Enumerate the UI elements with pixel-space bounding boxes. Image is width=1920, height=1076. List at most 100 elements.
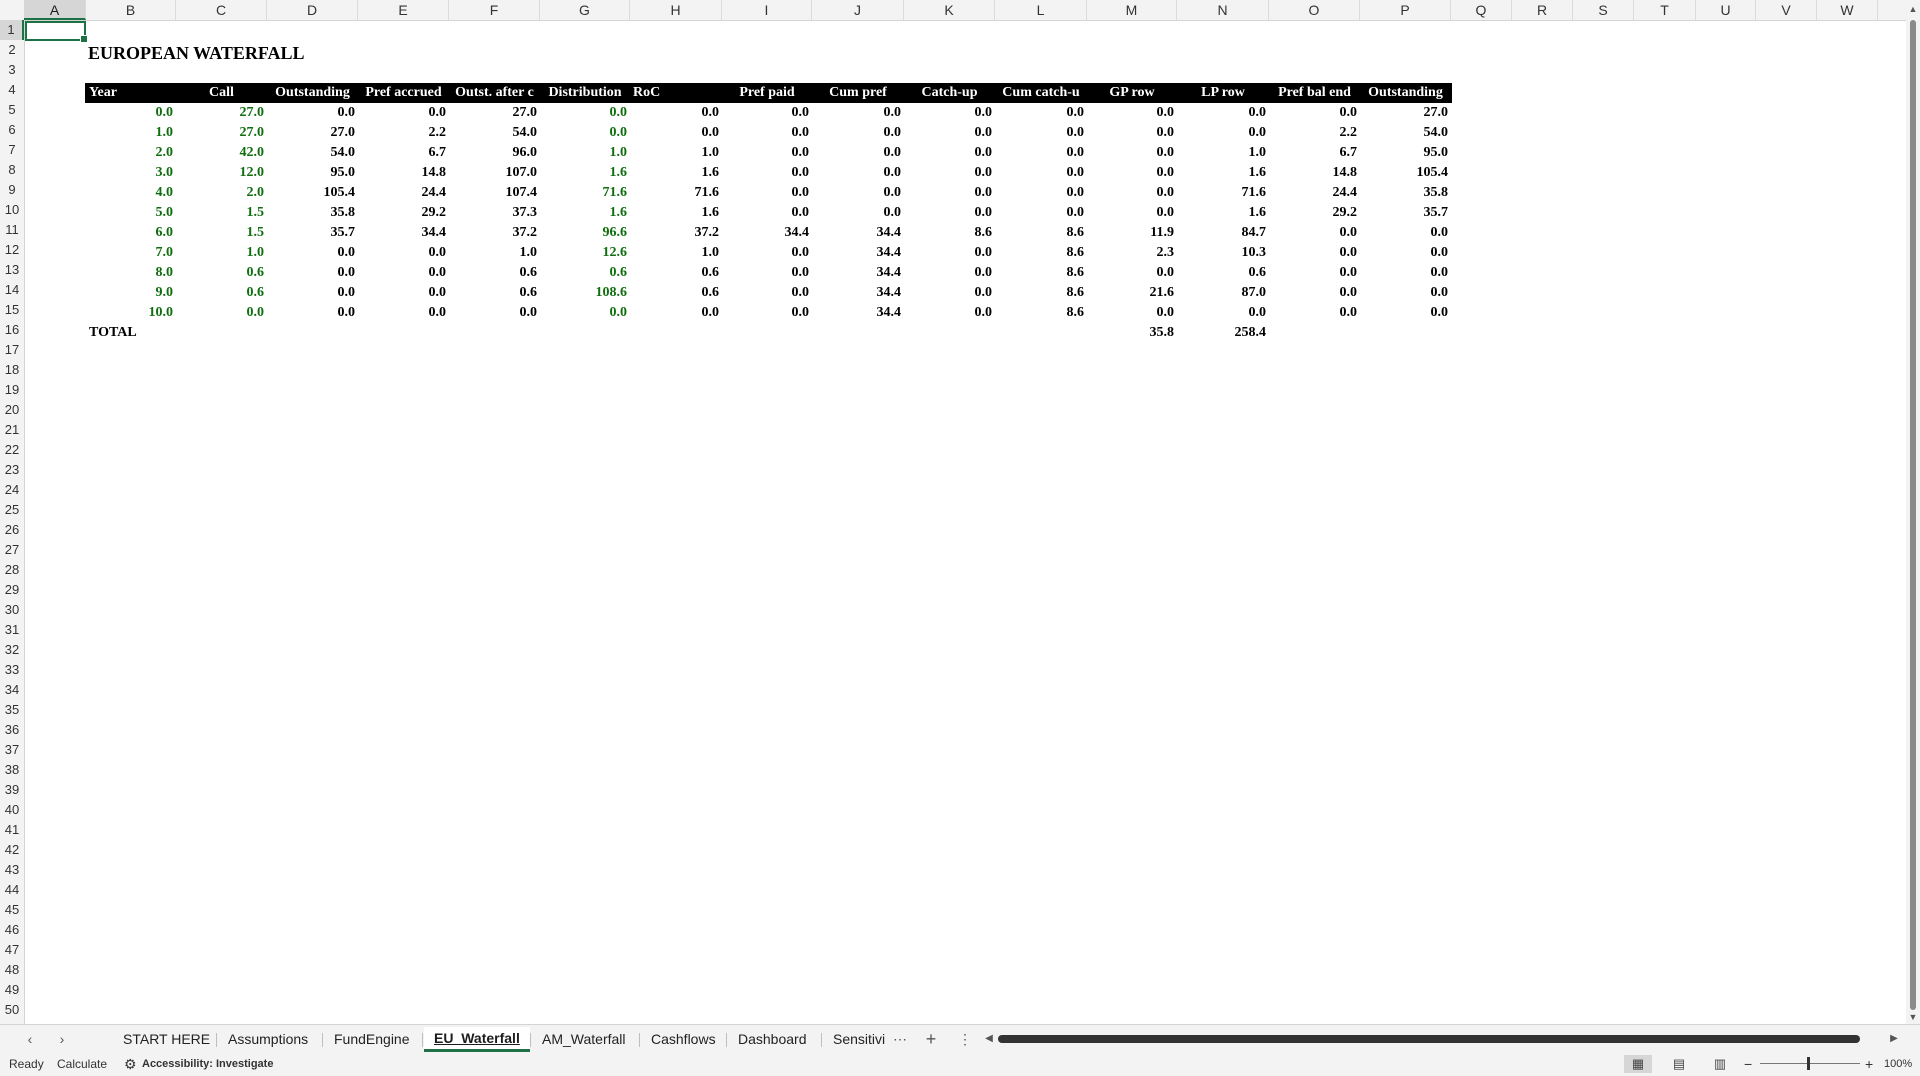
- table-cell[interactable]: 37.3: [449, 203, 540, 223]
- table-cell[interactable]: 0.0: [904, 163, 995, 183]
- table-cell[interactable]: 29.2: [1269, 203, 1360, 223]
- vertical-scrollbar[interactable]: ▲ ▼: [1906, 0, 1920, 1024]
- table-cell[interactable]: 27.0: [267, 123, 358, 143]
- table-cell[interactable]: 0.0: [86, 103, 176, 123]
- scroll-down-icon[interactable]: ▼: [1908, 1012, 1918, 1022]
- table-cell[interactable]: 10.3: [1177, 243, 1269, 263]
- page-layout-icon[interactable]: ▤: [1665, 1055, 1693, 1073]
- table-cell[interactable]: 0.6: [449, 263, 540, 283]
- table-cell[interactable]: 0.0: [722, 303, 812, 323]
- add-sheet-icon[interactable]: +: [921, 1029, 941, 1049]
- table-cell[interactable]: 8.6: [995, 223, 1087, 243]
- table-cell[interactable]: 105.4: [267, 183, 358, 203]
- table-cell[interactable]: 0.0: [995, 203, 1087, 223]
- table-cell[interactable]: 35.7: [267, 223, 358, 243]
- table-cell[interactable]: 0.0: [995, 103, 1087, 123]
- row-header-27[interactable]: 27: [0, 540, 24, 560]
- row-header-23[interactable]: 23: [0, 460, 24, 480]
- table-cell[interactable]: 0.0: [1269, 263, 1360, 283]
- row-header-3[interactable]: 3: [0, 60, 24, 80]
- table-cell[interactable]: 8.6: [995, 243, 1087, 263]
- table-cell[interactable]: 54.0: [267, 143, 358, 163]
- table-cell[interactable]: 0.0: [1269, 243, 1360, 263]
- table-cell[interactable]: 11.9: [1087, 223, 1177, 243]
- table-cell[interactable]: 10.0: [86, 303, 176, 323]
- row-header-46[interactable]: 46: [0, 920, 24, 940]
- table-cell[interactable]: 35.8: [1360, 183, 1451, 203]
- row-header-12[interactable]: 12: [0, 240, 24, 260]
- table-cell[interactable]: 42.0: [176, 143, 267, 163]
- table-cell[interactable]: 0.0: [267, 263, 358, 283]
- table-cell[interactable]: 0.0: [722, 203, 812, 223]
- table-cell[interactable]: 0.0: [358, 103, 449, 123]
- table-cell[interactable]: 0.0: [904, 103, 995, 123]
- table-cell[interactable]: 0.0: [630, 103, 722, 123]
- table-cell[interactable]: 34.4: [358, 223, 449, 243]
- table-cell[interactable]: 8.0: [86, 263, 176, 283]
- table-cell[interactable]: 95.0: [267, 163, 358, 183]
- table-cell[interactable]: 87.0: [1177, 283, 1269, 303]
- row-header-35[interactable]: 35: [0, 700, 24, 720]
- row-header-41[interactable]: 41: [0, 820, 24, 840]
- table-cell[interactable]: 107.0: [449, 163, 540, 183]
- row-header-8[interactable]: 8: [0, 160, 24, 180]
- row-header-21[interactable]: 21: [0, 420, 24, 440]
- table-cell[interactable]: 0.0: [995, 143, 1087, 163]
- table-cell[interactable]: 8.6: [995, 263, 1087, 283]
- table-cell[interactable]: 0.0: [722, 243, 812, 263]
- table-cell[interactable]: 0.0: [995, 163, 1087, 183]
- table-cell[interactable]: 8.6: [995, 303, 1087, 323]
- column-header-C[interactable]: C: [176, 0, 267, 20]
- table-cell[interactable]: 105.4: [1360, 163, 1451, 183]
- table-cell[interactable]: 0.0: [722, 103, 812, 123]
- zoom-out-icon[interactable]: −: [1744, 1052, 1752, 1076]
- table-cell[interactable]: 107.4: [449, 183, 540, 203]
- row-header-40[interactable]: 40: [0, 800, 24, 820]
- column-header-E[interactable]: E: [358, 0, 449, 20]
- prev-sheet-icon[interactable]: ‹: [20, 1029, 40, 1049]
- column-header-S[interactable]: S: [1573, 0, 1634, 20]
- table-cell[interactable]: 1.0: [540, 143, 630, 163]
- table-cell[interactable]: 0.0: [267, 303, 358, 323]
- table-cell[interactable]: 95.0: [1360, 143, 1451, 163]
- table-cell[interactable]: 21.6: [1087, 283, 1177, 303]
- table-cell[interactable]: 0.0: [1087, 263, 1177, 283]
- column-header-W[interactable]: W: [1817, 0, 1878, 20]
- row-header-38[interactable]: 38: [0, 760, 24, 780]
- column-header-K[interactable]: K: [904, 0, 995, 20]
- table-cell[interactable]: 0.6: [1177, 263, 1269, 283]
- table-cell[interactable]: 54.0: [1360, 123, 1451, 143]
- table-cell[interactable]: 0.0: [1360, 263, 1451, 283]
- table-cell[interactable]: 7.0: [86, 243, 176, 263]
- row-header-34[interactable]: 34: [0, 680, 24, 700]
- table-cell[interactable]: 0.0: [1360, 283, 1451, 303]
- row-header-22[interactable]: 22: [0, 440, 24, 460]
- table-cell[interactable]: 2.2: [1269, 123, 1360, 143]
- table-cell[interactable]: 0.0: [995, 183, 1087, 203]
- table-cell[interactable]: 0.0: [630, 123, 722, 143]
- table-cell[interactable]: 2.3: [1087, 243, 1177, 263]
- table-cell[interactable]: 24.4: [1269, 183, 1360, 203]
- table-cell[interactable]: 14.8: [358, 163, 449, 183]
- table-cell[interactable]: 0.0: [812, 183, 904, 203]
- table-cell[interactable]: 0.0: [1087, 143, 1177, 163]
- sheet-tab[interactable]: Cashflows: [641, 1027, 726, 1051]
- table-cell[interactable]: 0.0: [267, 243, 358, 263]
- table-cell[interactable]: 0.0: [358, 283, 449, 303]
- table-cell[interactable]: 0.0: [1177, 303, 1269, 323]
- total-lp-row[interactable]: 258.4: [1177, 323, 1269, 343]
- row-header-16[interactable]: 16: [0, 320, 24, 340]
- sheet-tab[interactable]: Dashboard: [728, 1027, 817, 1051]
- row-header-4[interactable]: 4: [0, 80, 24, 100]
- table-cell[interactable]: 1.6: [1177, 163, 1269, 183]
- table-cell[interactable]: 1.5: [176, 223, 267, 243]
- table-cell[interactable]: 0.0: [1269, 303, 1360, 323]
- table-cell[interactable]: 8.6: [995, 283, 1087, 303]
- table-cell[interactable]: 0.0: [904, 203, 995, 223]
- table-cell[interactable]: 27.0: [449, 103, 540, 123]
- table-cell[interactable]: 12.0: [176, 163, 267, 183]
- table-cell[interactable]: 71.6: [1177, 183, 1269, 203]
- column-header-B[interactable]: B: [86, 0, 176, 20]
- table-cell[interactable]: 37.2: [449, 223, 540, 243]
- scroll-right-icon[interactable]: ▶: [1884, 1029, 1904, 1049]
